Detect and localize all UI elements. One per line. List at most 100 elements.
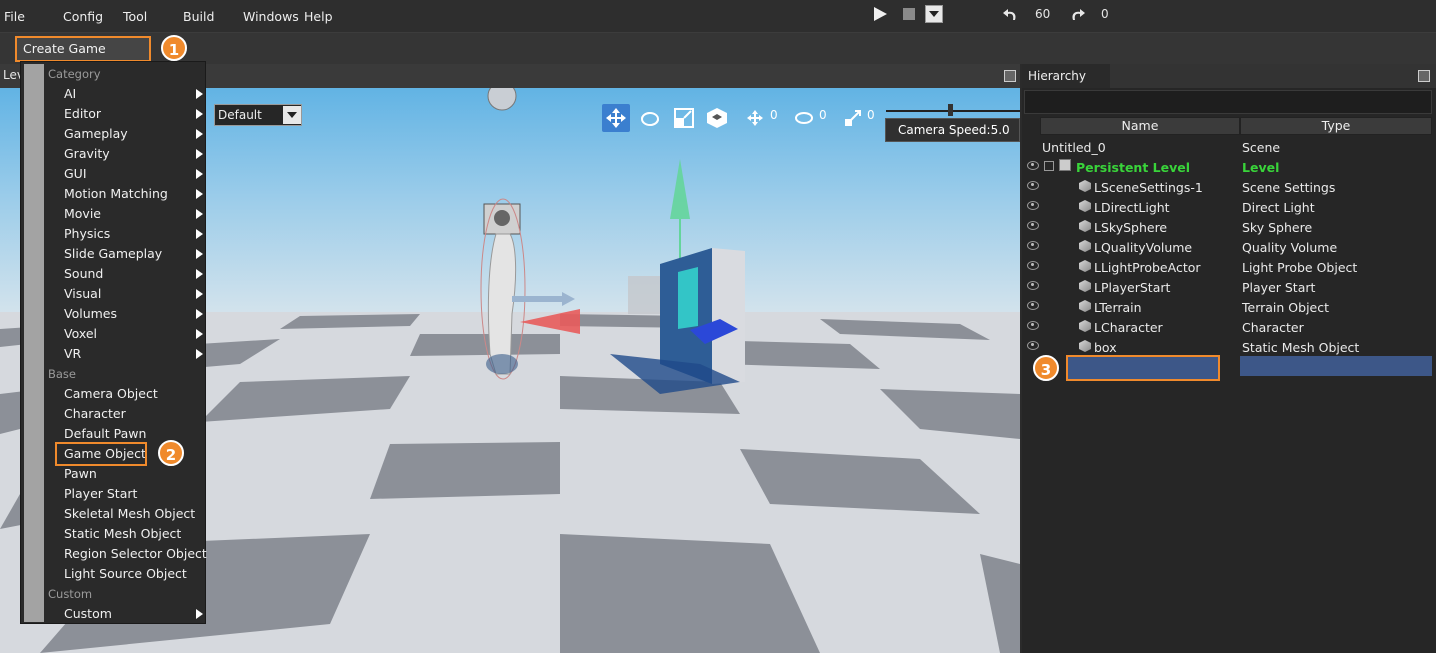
hierarchy-row[interactable]: LQualityVolume Quality Volume	[1024, 237, 1432, 257]
level-type: Level	[1242, 160, 1280, 175]
create-game-object-button[interactable]: Create Game Object	[15, 36, 151, 78]
camera-speed-label: Camera Speed:5.0	[898, 123, 1010, 137]
play-icon[interactable]	[872, 6, 888, 22]
move-tool-icon[interactable]	[602, 104, 630, 132]
visibility-eye-icon[interactable]	[1027, 281, 1039, 290]
object-name: LSkySphere	[1094, 220, 1168, 235]
menu-item[interactable]: VR	[21, 344, 205, 364]
menu-file[interactable]: File	[4, 9, 25, 24]
column-type-header[interactable]: Type	[1240, 117, 1432, 135]
menu-item-label: Player Start	[64, 486, 138, 501]
tab-hierarchy[interactable]: Hierarchy	[1022, 64, 1110, 88]
menu-item-label: Character	[64, 406, 126, 421]
menu-item[interactable]: Gravity	[21, 144, 205, 164]
menu-item[interactable]: Region Selector Object	[21, 544, 207, 564]
visibility-eye-icon[interactable]	[1027, 321, 1039, 330]
menu-category-header: Base	[21, 364, 205, 384]
menu-item[interactable]: Pawn	[21, 464, 205, 484]
hierarchy-search-input[interactable]	[1024, 90, 1432, 114]
visibility-eye-icon[interactable]	[1027, 221, 1039, 230]
hierarchy-row[interactable]: LDirectLight Direct Light	[1024, 197, 1432, 217]
redo-icon[interactable]	[1068, 5, 1086, 23]
visibility-eye-icon[interactable]	[1027, 181, 1039, 190]
menu-item[interactable]: Movie	[21, 204, 205, 224]
rotate-snap-icon[interactable]	[793, 108, 815, 128]
object-name: LCharacter	[1094, 320, 1163, 335]
hierarchy-row[interactable]: LPlayerStart Player Start	[1024, 277, 1432, 297]
scene-row[interactable]: Untitled_0 Scene	[1024, 137, 1432, 157]
menu-item[interactable]: Voxel	[21, 324, 205, 344]
menu-windows[interactable]: Windows	[243, 9, 299, 24]
move-snap-icon[interactable]	[745, 108, 765, 128]
menu-item[interactable]: Slide Gameplay	[21, 244, 205, 264]
visibility-eye-icon[interactable]	[1027, 261, 1039, 270]
world-space-icon[interactable]	[705, 106, 729, 130]
menu-item-label: Slide Gameplay	[64, 246, 163, 261]
scale-tool-icon[interactable]	[673, 107, 695, 129]
camera-speed-slider[interactable]	[886, 110, 1020, 112]
object-cube-icon	[1079, 340, 1091, 352]
callout-1: 1	[161, 35, 187, 61]
pin-icon[interactable]	[1418, 70, 1430, 82]
menu-config[interactable]: Config	[63, 9, 103, 24]
hierarchy-row[interactable]: LLightProbeActor Light Probe Object	[1024, 257, 1432, 277]
menu-item[interactable]: Custom	[21, 604, 205, 624]
chevron-down-icon	[283, 106, 301, 124]
hierarchy-row[interactable]: LTerrain Terrain Object	[1024, 297, 1432, 317]
menu-item[interactable]: Character	[21, 404, 205, 424]
menu-build[interactable]: Build	[183, 9, 214, 24]
column-name-header[interactable]: Name	[1040, 117, 1240, 135]
visibility-eye-icon[interactable]	[1027, 201, 1039, 210]
toolbar: Create Game Object 1	[0, 32, 1436, 78]
hierarchy-row[interactable]: LCharacter Character	[1024, 317, 1432, 337]
submenu-arrow-icon	[196, 229, 203, 239]
menu-item[interactable]: Visual	[21, 284, 205, 304]
object-name: LTerrain	[1094, 300, 1142, 315]
menu-item-label: Skeletal Mesh Object	[64, 506, 196, 521]
menu-help[interactable]: Help	[304, 9, 333, 24]
menu-item[interactable]: Sound	[21, 264, 205, 284]
object-cube-icon	[1079, 220, 1091, 232]
menu-item-label: VR	[64, 346, 82, 361]
rotate-tool-icon[interactable]	[638, 108, 662, 130]
submenu-arrow-icon	[196, 609, 203, 619]
menu-item[interactable]: Static Mesh Object	[21, 524, 205, 544]
menu-item[interactable]: AI	[21, 84, 205, 104]
undo-icon[interactable]	[1002, 5, 1020, 23]
menu-item[interactable]: Physics	[21, 224, 205, 244]
visibility-eye-icon[interactable]	[1027, 241, 1039, 250]
menu-item[interactable]: Light Source Object	[21, 564, 205, 584]
hierarchy-row[interactable]: LSkySphere Sky Sphere	[1024, 217, 1432, 237]
hierarchy-row[interactable]: box Static Mesh Object	[1024, 337, 1432, 357]
menu-tool[interactable]: Tool	[123, 9, 147, 24]
collapse-icon[interactable]	[1044, 161, 1054, 171]
object-type: Terrain Object	[1242, 300, 1329, 315]
hierarchy-row[interactable]: LSceneSettings-1 Scene Settings	[1024, 177, 1432, 197]
menu-item[interactable]: Camera Object	[21, 384, 205, 404]
scale-snap-icon[interactable]	[842, 107, 864, 129]
menu-bar: File Config Tool Build Windows Help 60 0	[0, 0, 1436, 32]
menu-item-label: Custom	[64, 606, 112, 621]
visibility-eye-icon[interactable]	[1027, 341, 1039, 350]
menu-item[interactable]: Editor	[21, 104, 205, 124]
game-object-highlight	[55, 442, 147, 466]
menu-item[interactable]: GUI	[21, 164, 205, 184]
stop-icon[interactable]	[903, 8, 915, 20]
level-row[interactable]: Persistent Level Level	[1024, 157, 1432, 177]
menu-item[interactable]: Player Start	[21, 484, 205, 504]
visibility-eye-icon[interactable]	[1027, 161, 1039, 170]
menu-item[interactable]: Motion Matching	[21, 184, 205, 204]
menu-item[interactable]: Volumes	[21, 304, 205, 324]
object-cube-icon	[1079, 300, 1091, 312]
object-type: Light Probe Object	[1242, 260, 1358, 275]
menu-item[interactable]: Gameplay	[21, 124, 205, 144]
pin-icon[interactable]	[1004, 70, 1016, 82]
play-options-dropdown[interactable]	[925, 5, 943, 23]
menu-item[interactable]: Skeletal Mesh Object	[21, 504, 205, 524]
menu-item-label: Gravity	[64, 146, 110, 161]
camera-speed-slider-handle[interactable]	[948, 104, 953, 116]
submenu-arrow-icon	[196, 189, 203, 199]
submenu-arrow-icon	[196, 89, 203, 99]
view-mode-select[interactable]: Default	[214, 104, 302, 126]
visibility-eye-icon[interactable]	[1027, 301, 1039, 310]
